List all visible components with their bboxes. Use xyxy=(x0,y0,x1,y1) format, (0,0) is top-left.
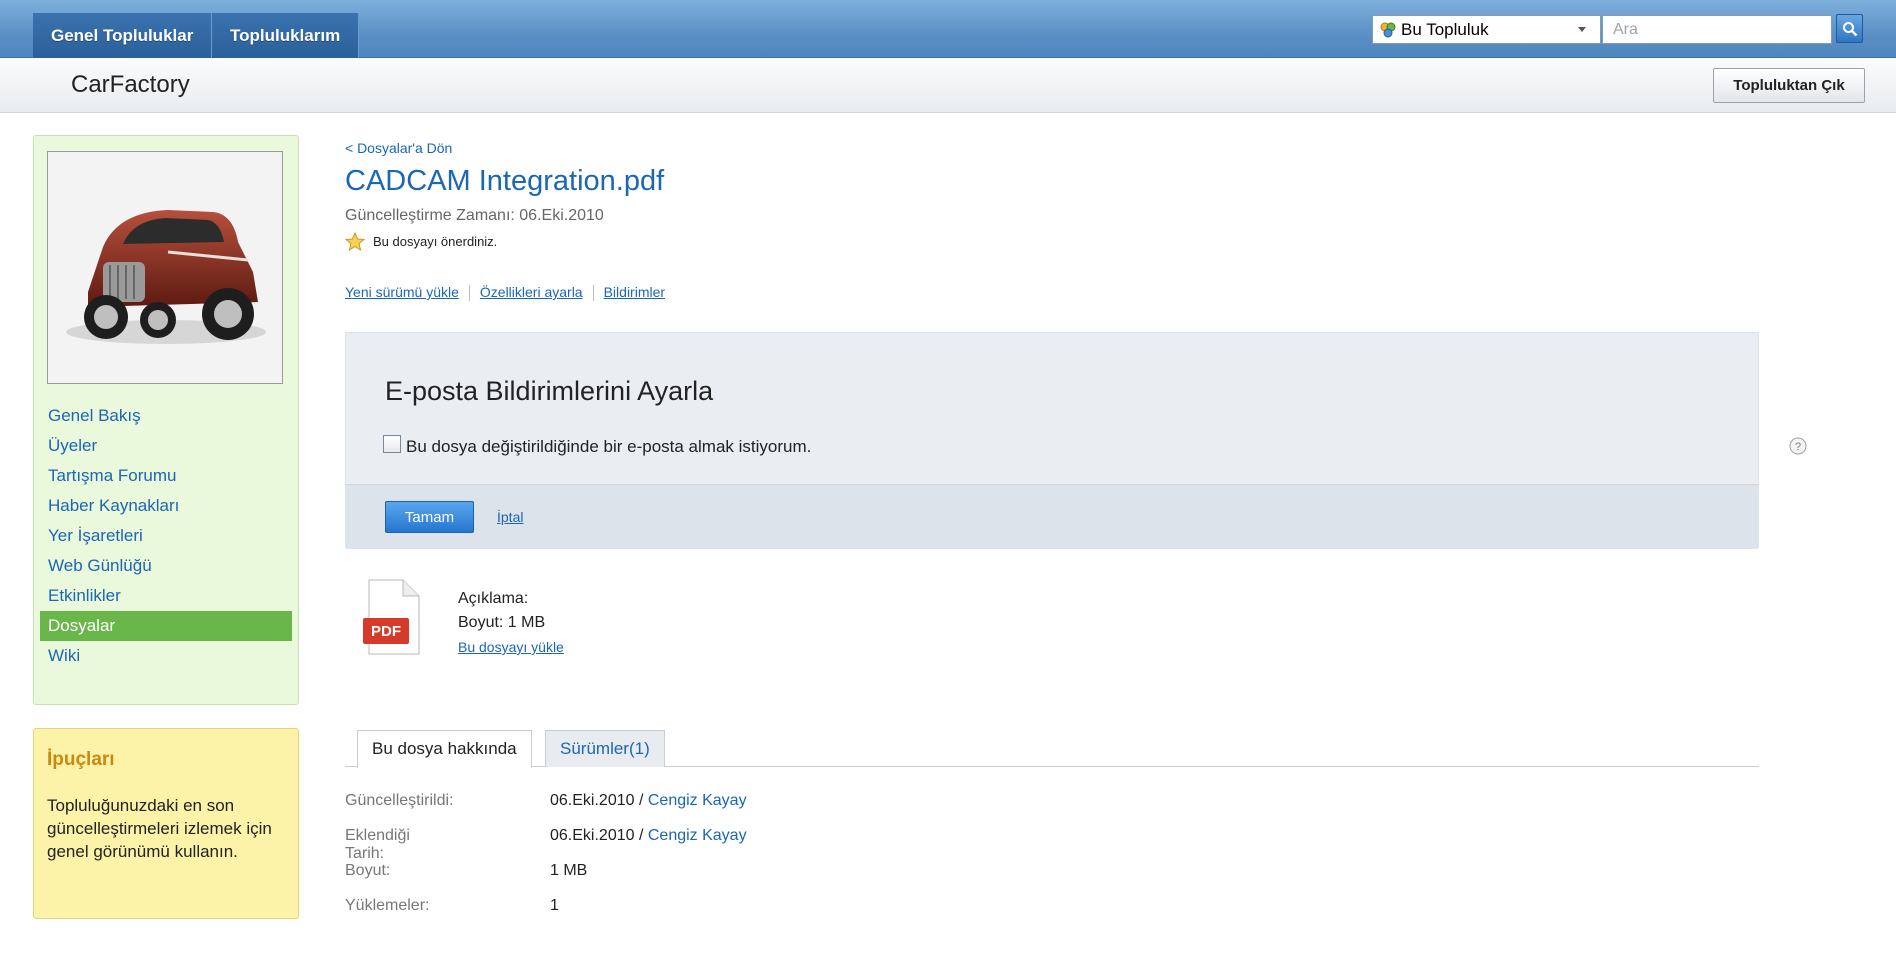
back-to-files-link[interactable]: < Dosyalar'a Dön xyxy=(345,140,452,156)
file-title: CADCAM Integration.pdf xyxy=(345,165,665,197)
community-icon xyxy=(1380,22,1396,38)
leave-community-button[interactable]: Topluluktan Çık xyxy=(1713,68,1865,103)
cancel-link[interactable]: İptal xyxy=(497,509,523,525)
added-date: 06.Eki.2010 xyxy=(550,827,635,844)
community-photo xyxy=(47,151,283,384)
search-button[interactable] xyxy=(1836,14,1863,43)
size-label: Boyut: 1 MB xyxy=(458,614,546,631)
community-sidebar: Genel Bakış Üyeler Tartışma Forumu Haber… xyxy=(33,135,299,705)
search-scope-value: Bu Topluluk xyxy=(1401,20,1489,39)
size-property-label: Boyut: xyxy=(345,862,391,879)
sidebar-item-wiki[interactable]: Wiki xyxy=(34,641,298,671)
edit-properties-link[interactable]: Özellikleri ayarla xyxy=(480,284,583,300)
downloads-label: Yüklemeler: xyxy=(345,897,430,914)
sidebar-item-feeds[interactable]: Haber Kaynakları xyxy=(34,491,298,521)
tab-my-communities[interactable]: Topluluklarım xyxy=(212,13,360,58)
community-title: CarFactory xyxy=(71,71,190,98)
tab-public-communities[interactable]: Genel Topluluklar xyxy=(33,13,213,58)
sidebar-nav-list: Genel Bakış Üyeler Tartışma Forumu Haber… xyxy=(34,401,298,671)
sidebar-item-events[interactable]: Etkinlikler xyxy=(34,581,298,611)
sidebar-item-forum[interactable]: Tartışma Forumu xyxy=(34,461,298,491)
file-tabs: Bu dosya hakkında Sürümler(1) xyxy=(345,730,1759,768)
search-icon xyxy=(1843,22,1858,37)
separator: / xyxy=(634,827,648,844)
added-label: Eklendiği Tarih: xyxy=(345,827,410,862)
tips-title: İpuçları xyxy=(47,749,115,770)
updated-value: 06.Eki.2010 / Cengiz Kayay xyxy=(550,792,747,810)
community-header: CarFactory Topluluktan Çık xyxy=(0,58,1896,113)
notification-panel-footer: Tamam İptal xyxy=(346,484,1758,549)
separator: / xyxy=(634,792,648,809)
downloads-value: 1 xyxy=(550,897,559,914)
file-summary: Açıklama: Boyut: 1 MB Bu dosyayı yükle xyxy=(458,587,564,660)
updated-by-link[interactable]: Cengiz Kayay xyxy=(648,792,747,809)
added-by-link[interactable]: Cengiz Kayay xyxy=(648,827,747,844)
svg-text:?: ? xyxy=(1795,441,1801,453)
chevron-down-icon xyxy=(1578,27,1586,32)
tab-about-file[interactable]: Bu dosya hakkında xyxy=(357,730,532,768)
email-notification-label[interactable]: Bu dosya değiştirildiğinde bir e-posta a… xyxy=(406,437,811,457)
download-file-link[interactable]: Bu dosyayı yükle xyxy=(458,639,564,655)
email-notification-checkbox[interactable] xyxy=(383,435,401,453)
ok-button[interactable]: Tamam xyxy=(385,501,474,533)
sidebar-item-overview[interactable]: Genel Bakış xyxy=(34,401,298,431)
notifications-link[interactable]: Bildirimler xyxy=(604,284,665,300)
pdf-file-icon: PDF xyxy=(363,579,420,655)
sidebar-item-files[interactable]: Dosyalar xyxy=(40,611,292,641)
file-actions: Yeni sürümü yükle Özellikleri ayarla Bildi… xyxy=(345,284,665,302)
size-property-value: 1 MB xyxy=(550,862,588,879)
description-label: Açıklama: xyxy=(458,590,529,607)
notification-panel-title: E-posta Bildirimlerini Ayarla xyxy=(385,376,714,406)
top-navigation-bar: Genel Topluluklar Topluluklarım Bu Toplu… xyxy=(0,0,1896,58)
updated-date: 06.Eki.2010 xyxy=(550,792,635,809)
pdf-icon-label: PDF xyxy=(371,623,401,640)
recommended-text: Bu dosyayı önerdiniz. xyxy=(373,234,498,249)
search-scope-select[interactable]: Bu Topluluk xyxy=(1372,15,1601,44)
tips-body: Topluluğunuzdaki en son güncelleştirmele… xyxy=(47,796,272,861)
added-value: 06.Eki.2010 / Cengiz Kayay xyxy=(550,827,747,845)
search-input[interactable] xyxy=(1602,15,1832,44)
email-notification-panel: E-posta Bildirimlerini Ayarla Bu dosya d… xyxy=(345,332,1807,549)
star-icon[interactable] xyxy=(344,231,366,257)
car-image xyxy=(48,152,282,383)
upload-new-version-link[interactable]: Yeni sürümü yükle xyxy=(345,284,459,300)
divider xyxy=(592,285,594,302)
tips-box: İpuçları Topluluğunuzdaki en son güncell… xyxy=(33,728,299,919)
updated-label: Güncelleştirildi: xyxy=(345,792,454,809)
sidebar-item-members[interactable]: Üyeler xyxy=(34,431,298,461)
sidebar-item-blog[interactable]: Web Günlüğü xyxy=(34,551,298,581)
divider xyxy=(468,285,470,302)
tab-versions[interactable]: Sürümler(1) xyxy=(545,730,665,767)
file-updated-time: Güncelleştirme Zamanı: 06.Eki.2010 xyxy=(345,207,604,224)
help-icon[interactable]: ? xyxy=(1788,436,1808,456)
sidebar-item-bookmarks[interactable]: Yer İşaretleri xyxy=(34,521,298,551)
